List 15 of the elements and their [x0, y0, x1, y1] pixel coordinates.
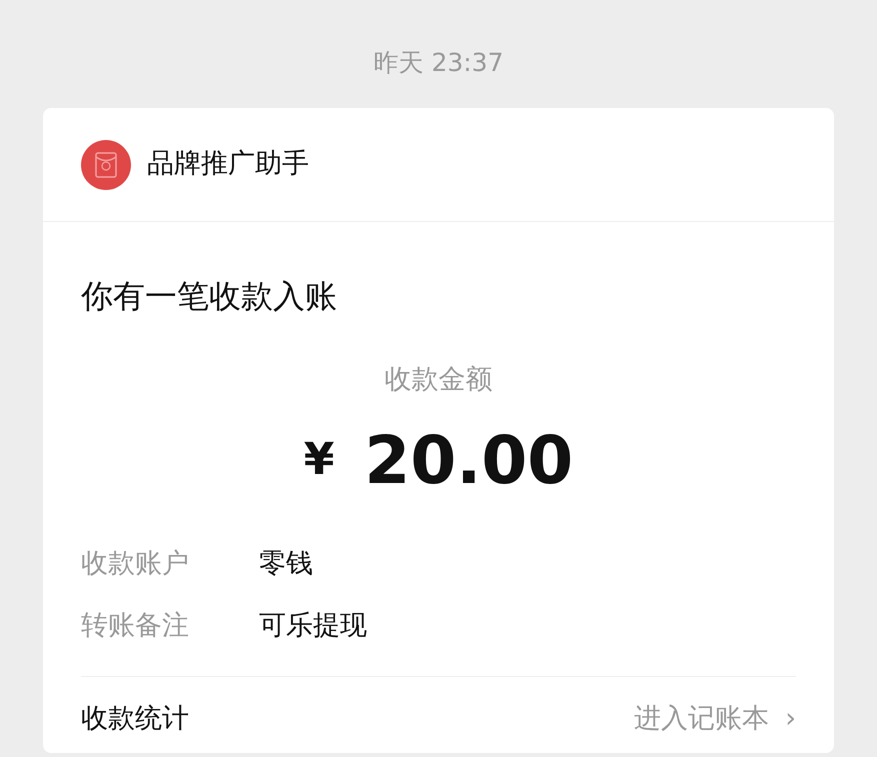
chevron-icon: ›: [785, 698, 796, 739]
ledger-link-text: 进入记账本: [634, 702, 770, 736]
currency-symbol: ¥: [304, 433, 334, 487]
envelope-icon: [81, 140, 131, 190]
amount-value: 20.00: [364, 420, 574, 500]
detail-label: 转账备注: [81, 609, 190, 644]
footer-label: 收款统计: [81, 702, 189, 736]
headline: 你有一笔收款入账: [80, 276, 338, 317]
ledger-link[interactable]: 进入记账本 ›: [634, 698, 796, 739]
sender-name: 品牌推广助手: [147, 147, 309, 182]
amount-label: 收款金额: [384, 363, 494, 397]
detail-label: 收款账户: [81, 547, 190, 582]
detail-value: 零钱: [259, 547, 313, 582]
timestamp: 昨天 23:37: [372, 47, 504, 79]
detail-value: 可乐提现: [259, 609, 367, 644]
